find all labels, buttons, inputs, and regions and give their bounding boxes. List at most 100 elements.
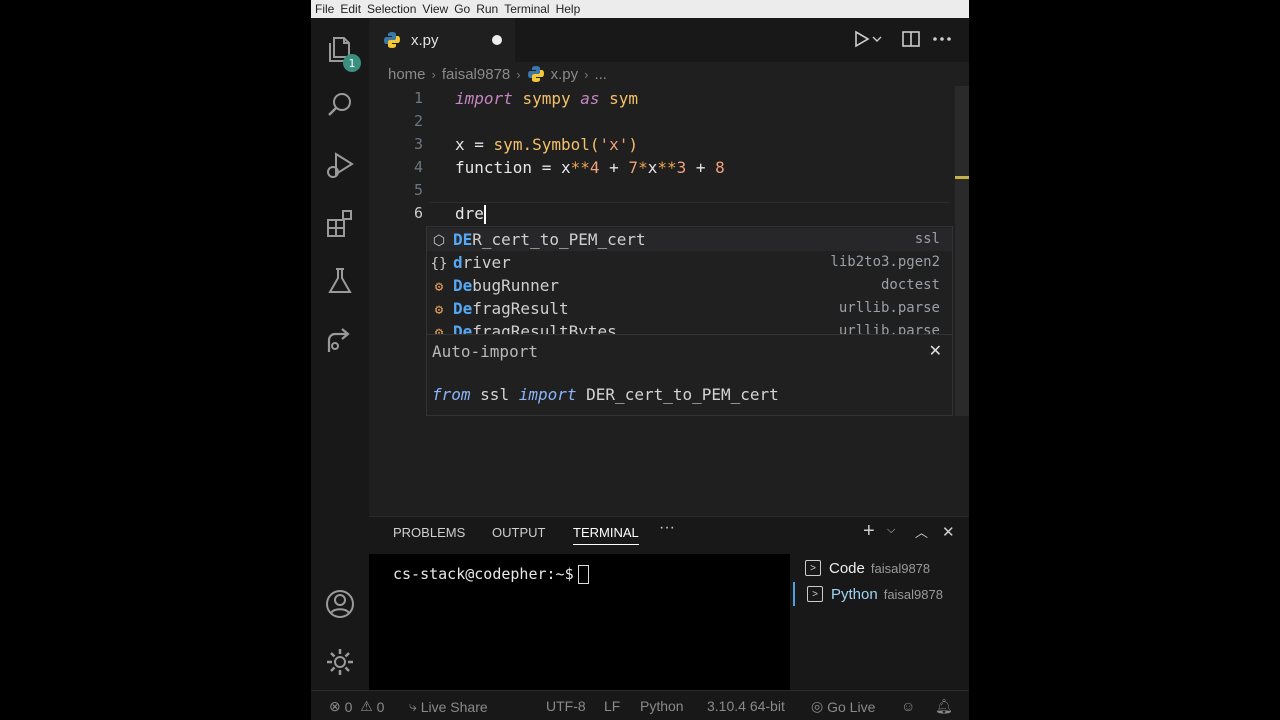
tab-title: x.py: [411, 31, 439, 49]
encoding-status[interactable]: UTF-8: [546, 698, 586, 714]
interpreter-status[interactable]: 3.10.4 64-bit: [707, 698, 785, 714]
go-live-status[interactable]: ◎ Go Live: [811, 698, 875, 715]
line-number: 1: [413, 89, 423, 107]
python-icon: [384, 32, 400, 48]
chevron-right-icon: ›: [584, 66, 589, 82]
menu-run[interactable]: Run: [476, 2, 498, 16]
chevron-right-icon: ›: [431, 66, 436, 82]
line-number: 4: [413, 158, 423, 176]
breadcrumb: home › faisal9878 › x.py › ...: [388, 64, 607, 84]
extensions-button[interactable]: [321, 204, 359, 242]
gear-icon: [327, 649, 353, 675]
tab-output[interactable]: OUTPUT: [492, 525, 545, 540]
terminal-cursor: [577, 565, 589, 584]
line-number: 3: [413, 135, 423, 153]
run-debug-icon: [327, 152, 354, 178]
line-number: 6: [413, 204, 423, 222]
feedback-icon[interactable]: ☺: [901, 698, 915, 714]
terminal-icon: >: [805, 560, 821, 576]
tab-problems[interactable]: PROBLEMS: [393, 525, 465, 540]
editor-scrollbar[interactable]: [955, 86, 969, 416]
breadcrumb-file[interactable]: x.py: [551, 66, 579, 83]
auto-import-details: Auto-import ✕ from ssl import DER_cert_t…: [426, 334, 953, 416]
close-icon[interactable]: ✕: [929, 341, 942, 360]
menu-file[interactable]: File: [315, 2, 334, 16]
explorer-button[interactable]: 1: [321, 30, 361, 72]
terminal-icon: >: [807, 586, 823, 602]
bell-icon[interactable]: 🔔︎: [935, 698, 953, 715]
vscode-window: File Edit Selection View Go Run Terminal…: [311, 0, 969, 720]
flask-icon: [328, 268, 352, 293]
breadcrumb-home[interactable]: home: [388, 66, 426, 83]
language-status[interactable]: Python: [640, 698, 684, 714]
live-share-button[interactable]: [321, 322, 359, 360]
close-panel-icon[interactable]: ✕: [942, 523, 955, 541]
chevron-down-icon[interactable]: ⌵: [887, 524, 895, 537]
warning-icon: ⚠: [360, 698, 373, 714]
problems-status[interactable]: ⊗ 0 ⚠ 0: [329, 698, 384, 715]
testing-button[interactable]: [321, 262, 359, 300]
menu-view[interactable]: View: [422, 2, 448, 16]
extensions-icon: [327, 210, 352, 237]
unsaved-dot-icon[interactable]: [492, 35, 502, 45]
suggestion-widget: ⬡ DER_cert_to_PEM_cert ssl {} driver lib…: [426, 226, 953, 336]
breadcrumb-folder[interactable]: faisal9878: [442, 66, 510, 83]
menu-terminal[interactable]: Terminal: [504, 2, 549, 16]
suggestion-item[interactable]: ⚙ DebugRunner doctest: [427, 274, 952, 297]
terminal-item-code[interactable]: > Code faisal9878: [793, 556, 969, 580]
class-icon: ⚙: [434, 302, 444, 318]
suggestion-item[interactable]: ⚙ DefragResult urllib.parse: [427, 297, 952, 320]
suggestion-item[interactable]: {} driver lib2to3.pgen2: [427, 251, 952, 274]
tab-bar: x.py: [369, 18, 969, 62]
terminal-item-python[interactable]: > Python faisal9878: [793, 582, 969, 606]
explorer-badge: 1: [343, 54, 361, 72]
tab-x-py[interactable]: x.py: [369, 18, 515, 62]
more-actions-button[interactable]: [931, 30, 953, 48]
code-line-4: 4 function = x**4 + 7*x**3 + 8: [369, 156, 949, 179]
play-icon: [855, 30, 882, 48]
live-share-status[interactable]: ⤷ Live Share: [409, 698, 488, 715]
code-line-1: 1 import sympy as sym: [369, 87, 949, 110]
run-file-button[interactable]: [853, 30, 883, 48]
settings-button[interactable]: [321, 643, 359, 681]
menu-help[interactable]: Help: [556, 2, 581, 16]
eol-status[interactable]: LF: [604, 698, 620, 714]
text-cursor: [483, 205, 486, 224]
run-debug-button[interactable]: [321, 146, 359, 184]
new-terminal-icon[interactable]: +: [863, 520, 875, 543]
accounts-button[interactable]: [321, 585, 359, 623]
panel-more-icon[interactable]: ···: [659, 519, 675, 537]
scrollbar-cursor-marker: [955, 176, 969, 179]
tab-terminal[interactable]: TERMINAL: [573, 525, 639, 545]
suggestion-item[interactable]: ⬡ DER_cert_to_PEM_cert ssl: [427, 228, 952, 251]
bottom-panel: PROBLEMS OUTPUT TERMINAL ··· + ⌵ ︿ ✕ cs-…: [369, 516, 969, 691]
maximize-panel-icon[interactable]: ︿: [915, 522, 928, 541]
chevron-right-icon: ›: [516, 66, 521, 82]
account-icon: [326, 590, 354, 618]
braces-icon: {}: [430, 256, 448, 272]
menu-bar: File Edit Selection View Go Run Terminal…: [311, 0, 969, 18]
status-bar: ⊗ 0 ⚠ 0 ⤷ Live Share UTF-8 LF Python 3.1…: [311, 690, 969, 720]
error-icon: ⊗: [329, 698, 341, 714]
menu-edit[interactable]: Edit: [340, 2, 361, 16]
class-icon: ⚙: [434, 279, 444, 295]
code-line-6: 6 dre: [369, 202, 949, 225]
auto-import-title: Auto-import: [432, 342, 538, 361]
activity-bar: 1: [311, 18, 369, 690]
terminal-view[interactable]: cs-stack@codepher:~$: [369, 554, 790, 691]
ellipsis-icon: [933, 37, 951, 41]
python-icon: [527, 66, 544, 82]
cube-icon: ⬡: [432, 233, 446, 249]
terminal-list: > Code faisal9878 > Python faisal9878: [793, 554, 969, 691]
split-editor-icon: [902, 31, 920, 47]
breadcrumb-symbol[interactable]: ...: [594, 66, 607, 83]
typed-text: dre: [455, 204, 484, 223]
live-share-icon: [327, 328, 350, 352]
menu-go[interactable]: Go: [454, 2, 470, 16]
live-share-icon: ⤷: [409, 698, 417, 714]
search-button[interactable]: [321, 86, 359, 124]
split-editor-button[interactable]: [901, 30, 921, 48]
menu-selection[interactable]: Selection: [367, 2, 416, 16]
code-line-5: 5: [369, 179, 949, 202]
terminal-prompt: cs-stack@codepher:~$: [393, 565, 574, 583]
